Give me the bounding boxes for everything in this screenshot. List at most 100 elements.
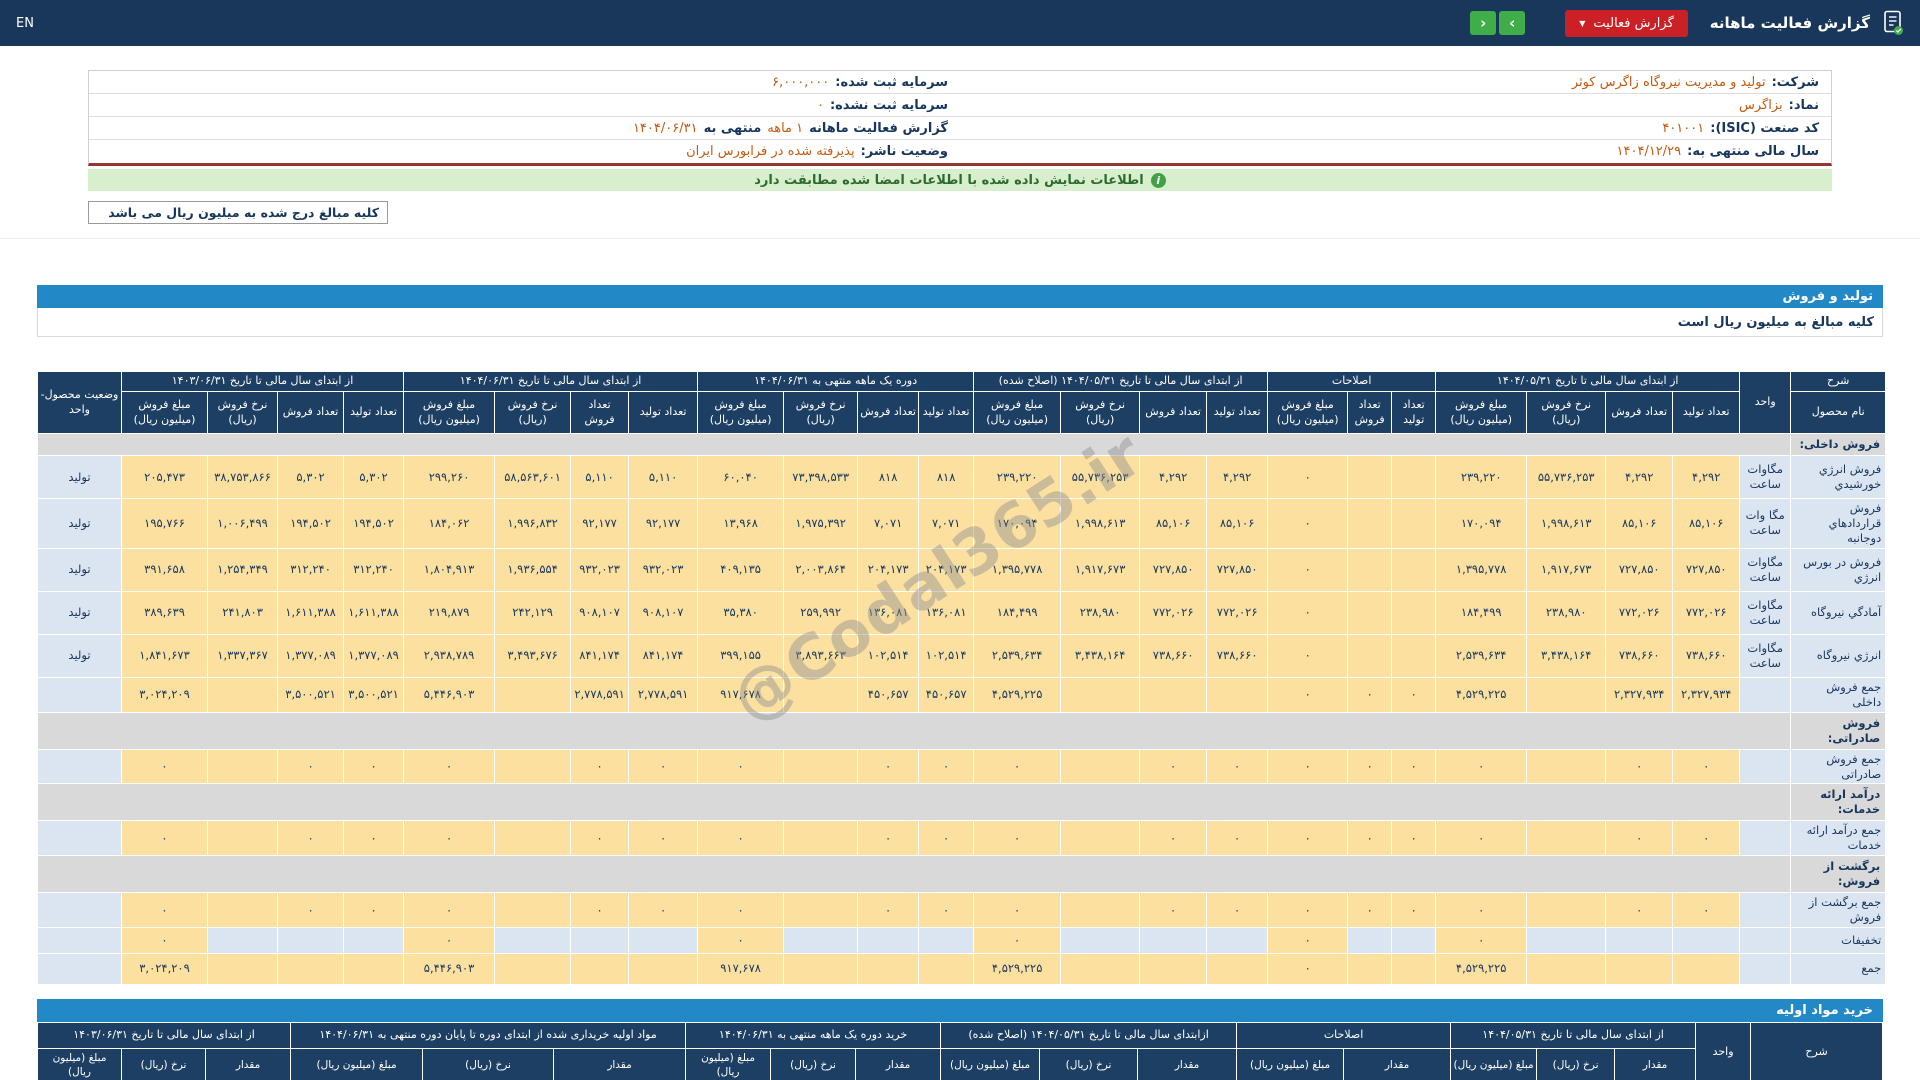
value-cell: ۱,۹۹۸,۶۱۳ — [1061, 499, 1140, 549]
value-cell — [858, 953, 919, 984]
status-cell — [38, 749, 122, 784]
report-type-button[interactable]: گزارش فعالیت ▼ — [1565, 10, 1688, 37]
row-label-cell: انرژي نیروگاه — [1791, 634, 1886, 677]
units-note-row: کلیه مبالغ به میلیون ریال است — [37, 308, 1883, 337]
value-cell: ۳,۴۳۸,۱۶۴ — [1061, 634, 1140, 677]
value-cell: ۰ — [1348, 821, 1392, 856]
value-cell: ۱۰۲,۵۱۴ — [919, 634, 974, 677]
value-cell: ۹۰۸,۱۰۷ — [629, 591, 698, 634]
value-cell — [495, 893, 571, 928]
language-toggle[interactable]: EN — [16, 16, 34, 31]
info-report-period: گزارش فعالیت ماهانه ۱ ماهه منتهی به ۱۴۰۴… — [89, 121, 960, 136]
col-group: مواد اولیه خریداری شده از ابتدای دوره تا… — [291, 1022, 686, 1048]
raw-materials-section-header: خرید مواد اولیه — [37, 999, 1883, 1022]
value-cell: ۱۹۵,۷۶۶ — [122, 499, 208, 549]
col-subheader: نرخ فروش (ریال) — [1061, 392, 1140, 434]
issuer-status-label: وضعیت ناشر: — [861, 144, 948, 159]
value-cell: ۰ — [571, 749, 629, 784]
company-label: شرکت: — [1772, 75, 1819, 90]
report-document-icon[interactable] — [1882, 10, 1904, 36]
value-cell — [1348, 499, 1392, 549]
value-cell: ۰ — [404, 927, 495, 953]
value-cell: ۱,۹۹۶,۸۳۲ — [495, 499, 571, 549]
col-product-name: نام محصول — [1791, 392, 1886, 434]
symbol-value: بزاگرس — [1739, 98, 1783, 113]
value-cell: ۹۳۲,۰۲۳ — [629, 548, 698, 591]
value-cell: ۵,۴۴۶,۹۰۳ — [404, 953, 495, 984]
fiscal-year-value: ۱۴۰۴/۱۲/۲۹ — [1617, 144, 1682, 159]
company-value: تولید و مدیریت نیروگاه زاگرس کوثر — [1572, 75, 1766, 90]
col-group: اصلاحات — [1237, 1022, 1451, 1048]
value-cell: ۰ — [629, 821, 698, 856]
value-cell: ۰ — [1348, 749, 1392, 784]
col-subheader: نرخ (ریال) — [1040, 1048, 1138, 1080]
value-cell — [919, 927, 974, 953]
value-cell: ۰ — [1268, 591, 1348, 634]
next-report-button[interactable]: › — [1499, 11, 1525, 35]
col-status: وضعیت محصول-واحد — [38, 372, 122, 434]
value-cell: ۳,۰۲۴,۲۰۹ — [122, 677, 208, 712]
col-subheader: تعداد فروش — [1348, 392, 1392, 434]
value-cell: ۸۴۱,۱۷۴ — [629, 634, 698, 677]
value-cell — [278, 927, 344, 953]
value-cell: ۵,۴۴۶,۹۰۳ — [404, 677, 495, 712]
value-cell: ۰ — [1268, 499, 1348, 549]
value-cell: ۳۵,۳۸۰ — [698, 591, 784, 634]
status-cell: تولید — [38, 456, 122, 499]
col-subheader: مبلغ (میلیون ریال) — [1451, 1048, 1537, 1080]
value-cell — [858, 927, 919, 953]
value-cell: ۸۱۸ — [858, 456, 919, 499]
value-cell: ۳,۴۳۸,۱۶۴ — [1527, 634, 1606, 677]
table-row: جمع برگشت از فروش۰۰۰۰۰۰۰۰۰۰۰۰۰۰۰۰۰۰ — [38, 893, 1886, 928]
value-cell: ۵۵,۷۳۶,۲۵۳ — [1061, 456, 1140, 499]
col-subheader: نرخ فروش (ریال) — [784, 392, 858, 434]
value-cell: ۸۴۱,۱۷۴ — [571, 634, 629, 677]
previous-report-button[interactable]: ‹ — [1470, 11, 1496, 35]
value-cell — [571, 927, 629, 953]
value-cell — [1061, 677, 1140, 712]
value-cell: ۹۱۷,۶۷۸ — [698, 677, 784, 712]
value-cell — [1207, 953, 1268, 984]
value-cell: ۰ — [1268, 953, 1348, 984]
value-cell: ۰ — [974, 893, 1061, 928]
value-cell: ۱,۹۳۶,۵۵۴ — [495, 548, 571, 591]
col-group: از ابتدای سال مالی تا تاریخ ۱۴۰۴/۰۵/۳۱ (… — [974, 372, 1268, 392]
value-cell: ۲۳۸,۹۸۰ — [1061, 591, 1140, 634]
production-sales-section-header: تولید و فروش — [37, 285, 1883, 308]
section-label-cell: فروش صادراتی: — [1791, 712, 1886, 749]
value-cell: ۱۳۶,۰۸۱ — [858, 591, 919, 634]
value-cell: ۲۰۴,۱۷۳ — [919, 548, 974, 591]
info-row-symbol: نماد: بزاگرس سرمایه ثبت نشده: ۰ — [89, 94, 1831, 117]
table-row: برگشت از فروش: — [38, 856, 1886, 893]
value-cell: ۱,۶۱۱,۳۸۸ — [278, 591, 344, 634]
chevron-left-icon: ‹ — [1480, 14, 1486, 32]
value-cell: ۰ — [1436, 893, 1527, 928]
report-period-ending-date: ۱۴۰۴/۰۶/۳۱ — [633, 121, 698, 136]
value-cell: ۱۸۴,۴۹۹ — [1436, 591, 1527, 634]
value-cell: ۰ — [404, 821, 495, 856]
table-row: جمع درآمد ارائه خدمات۰۰۰۰۰۰۰۰۰۰۰۰۰۰۰۰۰۰ — [38, 821, 1886, 856]
row-label-cell: فروش در بورس انرژي — [1791, 548, 1886, 591]
value-cell: ۷۷۲,۰۲۶ — [1207, 591, 1268, 634]
value-cell: ۰ — [1348, 677, 1392, 712]
value-cell: ۰ — [698, 927, 784, 953]
section-label-cell: برگشت از فروش: — [1791, 856, 1886, 893]
value-cell: ۷۷۲,۰۲۶ — [1673, 591, 1740, 634]
section-label-cell: فروش داخلی: — [1791, 434, 1886, 456]
value-cell: ۰ — [1268, 456, 1348, 499]
col-subheader: تعداد تولید — [1207, 392, 1268, 434]
value-cell: ۳۱۲,۲۴۰ — [278, 548, 344, 591]
value-cell: ۴,۵۲۹,۲۲۵ — [974, 677, 1061, 712]
value-cell: ۵,۱۱۰ — [571, 456, 629, 499]
value-cell: ۱,۳۷۷,۰۸۹ — [344, 634, 404, 677]
value-cell: ۲,۷۷۸,۵۹۱ — [571, 677, 629, 712]
value-cell: ۱,۰۰۶,۴۹۹ — [208, 499, 278, 549]
value-cell — [1606, 953, 1673, 984]
value-cell: ۰ — [344, 893, 404, 928]
value-cell: ۷۲۷,۸۵۰ — [1140, 548, 1207, 591]
value-cell: ۵۵,۷۳۶,۲۵۳ — [1527, 456, 1606, 499]
row-label-cell: جمع درآمد ارائه خدمات — [1791, 821, 1886, 856]
unit-cell — [1740, 927, 1791, 953]
value-cell: ۰ — [122, 749, 208, 784]
col-subheader: مقدار — [1344, 1048, 1451, 1080]
